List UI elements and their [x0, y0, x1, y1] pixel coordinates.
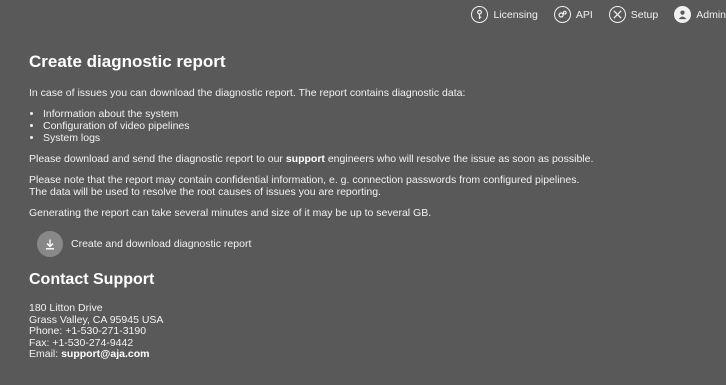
contact-info: 180 Litton Drive Grass Valley, CA 95945 …	[29, 302, 709, 361]
nav-setup-label: Setup	[630, 8, 659, 21]
intro-text: In case of issues you can download the d…	[29, 87, 466, 99]
download-instructions: Please download and send the diagnostic …	[29, 153, 709, 165]
tools-icon	[608, 6, 626, 23]
diagnostic-data-list: Information about the system Configurati…	[29, 108, 709, 144]
user-icon	[674, 6, 692, 23]
list-item: System logs	[43, 132, 709, 144]
nav-admin[interactable]: Admin	[674, 6, 726, 23]
nav-licensing[interactable]: Licensing	[471, 6, 538, 23]
address-line-1: 180 Litton Drive	[29, 302, 103, 314]
nav-setup[interactable]: Setup	[608, 6, 659, 23]
email-row: Email: support@aja.com	[29, 348, 709, 361]
download-icon[interactable]	[37, 231, 63, 257]
page-title: Create diagnostic report	[29, 52, 226, 71]
list-item: Information about the system	[43, 108, 709, 120]
nav-admin-label: Admin	[696, 8, 726, 21]
nav-licensing-label: Licensing	[493, 8, 538, 21]
download-button-label: Create and download diagnostic report	[71, 238, 252, 250]
email-link[interactable]: support@aja.com	[61, 348, 149, 360]
download-text-pre: Please download and send the diagnostic …	[29, 153, 286, 165]
download-text-post: engineers who will resolve the issue as …	[324, 153, 594, 165]
support-emphasis: support	[285, 153, 325, 165]
gears-icon	[553, 6, 571, 23]
confidentiality-note: Please note that the report may contain …	[29, 174, 709, 198]
note-line-1: Please note that the report may contain …	[29, 174, 580, 186]
main-content: Create diagnostic report In case of issu…	[29, 52, 709, 361]
nav-api[interactable]: API	[553, 6, 593, 23]
note-line-2: The data will be used to resolve the roo…	[29, 186, 381, 198]
create-download-report-button[interactable]: Create and download diagnostic report	[37, 231, 709, 257]
generating-note: Generating the report can take several m…	[29, 207, 432, 219]
list-item: Configuration of video pipelines	[43, 120, 709, 132]
key-icon	[471, 6, 489, 23]
phone: Phone: +1-530-271-3190	[29, 325, 147, 337]
contact-title: Contact Support	[29, 271, 155, 288]
top-navigation: Licensing API Setup Admin	[455, 6, 726, 23]
nav-api-label: API	[575, 8, 593, 21]
email-label: Email:	[29, 348, 62, 360]
